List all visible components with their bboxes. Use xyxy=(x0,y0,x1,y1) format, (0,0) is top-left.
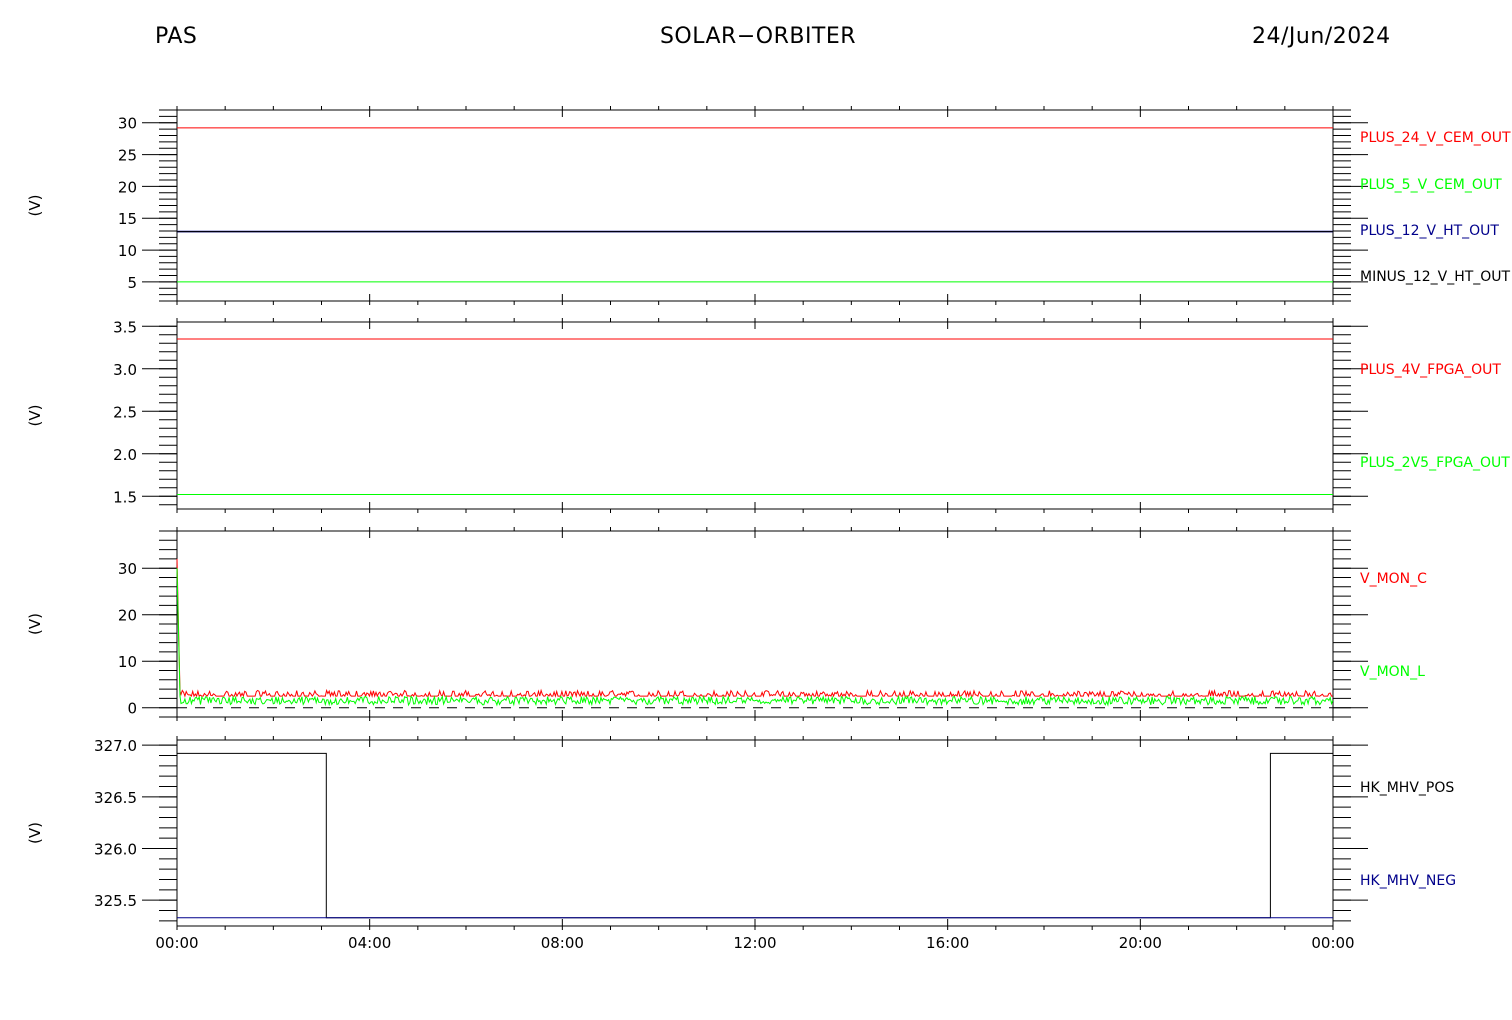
x-tick-label: 12:00 xyxy=(733,934,776,952)
panel-3: 0 10 20 30 (V) V_MON_C V_MON_L xyxy=(26,527,1427,721)
y-tick-label: 327.0 xyxy=(94,737,137,755)
y-tick-label: 20 xyxy=(118,178,137,196)
series-legend-label: PLUS_5_V_CEM_OUT xyxy=(1360,177,1502,193)
series-legend-label: MINUS_12_V_HT_OUT xyxy=(1360,269,1511,285)
y-tick-label: 3.0 xyxy=(113,361,137,379)
y-tick-label: 30 xyxy=(118,560,137,578)
x-tick-label: 16:00 xyxy=(926,934,969,952)
series-legend-label: PLUS_4V_FPGA_OUT xyxy=(1360,362,1501,378)
y-tick-label: 2.0 xyxy=(113,446,137,464)
y-tick-label: 326.0 xyxy=(94,841,137,859)
series-legend-label: HK_MHV_POS xyxy=(1360,780,1454,796)
series-line xyxy=(176,558,1333,699)
series-legend-label: PLUS_24_V_CEM_OUT xyxy=(1360,130,1511,146)
y-tick-label: 1.5 xyxy=(113,488,137,506)
plot-frame xyxy=(176,109,1334,302)
y-tick-label: 3.5 xyxy=(113,318,137,336)
y-tick-label: 30 xyxy=(118,115,137,133)
series-line xyxy=(177,752,1333,919)
x-tick-label: 08:00 xyxy=(541,934,584,952)
y-tick-label: 15 xyxy=(118,210,137,228)
series-legend-label: V_MON_L xyxy=(1360,664,1425,680)
y-tick-label: 20 xyxy=(118,607,137,625)
series-line xyxy=(176,568,1334,707)
y-tick-label: 10 xyxy=(118,653,137,671)
series-legend-label: PLUS_2V5_FPGA_OUT xyxy=(1360,455,1510,471)
y-axis-label: (V) xyxy=(26,195,44,217)
panel-1: 5 10 15 20 25 30 (V) PLUS_24_V_CEM_OUT PLUS_5_V_… xyxy=(26,106,1511,305)
plot-frame xyxy=(176,321,1334,510)
x-tick-label: 20:00 xyxy=(1119,934,1162,952)
series-legend-label: V_MON_C xyxy=(1360,571,1427,587)
x-tick-label: 00:00 xyxy=(1311,934,1354,952)
series-legend-label: HK_MHV_NEG xyxy=(1360,873,1456,889)
y-axis-label: (V) xyxy=(26,405,44,427)
plot-frame xyxy=(176,530,1334,718)
series-legend-label: PLUS_12_V_HT_OUT xyxy=(1360,223,1499,239)
y-axis-label: (V) xyxy=(26,613,44,635)
x-tick-label: 04:00 xyxy=(348,934,391,952)
y-tick-label: 0 xyxy=(127,700,137,718)
y-axis-label: (V) xyxy=(26,822,44,844)
plot-frame xyxy=(176,739,1334,927)
y-tick-label: 2.5 xyxy=(113,403,137,421)
y-tick-label: 10 xyxy=(118,242,137,260)
y-tick-label: 326.5 xyxy=(94,789,137,807)
y-tick-label: 5 xyxy=(127,274,137,292)
y-tick-label: 325.5 xyxy=(94,892,137,910)
panel-2: 1.5 2.0 2.5 3.0 3.5 (V) PLUS_4V_FPGA_OUT PLUS_2… xyxy=(26,318,1510,513)
panel-4: 325.5 326.0 326.5 327.0 (V) HK_MHV_POS HK_MHV_… xyxy=(26,736,1456,930)
y-tick-label: 25 xyxy=(118,147,137,165)
x-tick-label: 00:00 xyxy=(155,934,198,952)
housekeeping-voltage-charts: 5 10 15 20 25 30 (V) PLUS_24_V_CEM_OUT PLUS_5_V_… xyxy=(26,106,1511,952)
